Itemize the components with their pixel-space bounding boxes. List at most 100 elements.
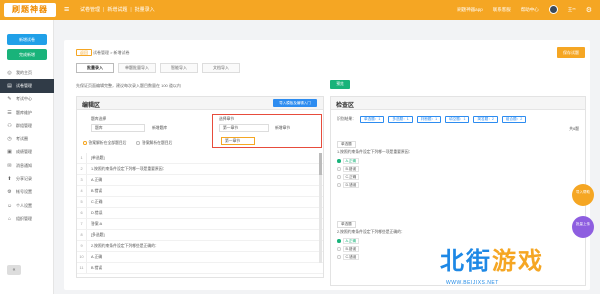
import-template-button[interactable]: 导入模板及编辑入门	[273, 99, 317, 107]
avatar[interactable]	[548, 5, 558, 14]
building-icon: ⌂	[7, 215, 12, 222]
sidebar-item-scores[interactable]: ▣ 成绩管理	[0, 146, 54, 159]
question-type-badge: 单选题	[337, 141, 356, 148]
sidebar-item-question-bank[interactable]: ☰ 题库维护	[0, 106, 54, 119]
editor-header: 编辑区 导入模板及编辑入门	[77, 97, 323, 110]
tab-single-batch[interactable]: 单题批量导入	[118, 63, 156, 73]
app-logo[interactable]: 刷题神器	[4, 3, 56, 17]
line-text: B.错误	[91, 188, 103, 193]
clock-icon: ◷	[7, 136, 12, 143]
option-row[interactable]: A.正确	[337, 157, 412, 165]
radio-label: 答案解析在全部题目后	[88, 141, 127, 145]
list-icon: ☰	[7, 109, 12, 116]
paper-icon: ▤	[7, 82, 12, 89]
new-bank-link[interactable]: 新增题库	[152, 126, 167, 131]
new-question-button[interactable]: 完成新增	[7, 49, 47, 60]
radio-answers-after-each[interactable]: 答案解析在题目后	[136, 141, 172, 146]
editor-line: 8 [多选题]	[77, 230, 323, 241]
breadcrumb: 试卷管理 | 新增试题 | 批量录入	[80, 6, 155, 14]
option-text: B.错误	[342, 166, 360, 172]
editor-line: 3 A.正确	[77, 175, 323, 186]
option-text: C.错误	[342, 254, 360, 260]
sidebar-item-shares[interactable]: ⬆ 分享记录	[0, 172, 54, 185]
mail-icon: ✉	[7, 162, 12, 169]
breadcrumb-item[interactable]: 试卷管理	[80, 6, 100, 14]
tab-doc-import[interactable]: 文档导入	[202, 63, 240, 73]
sidebar-item-account[interactable]: ⚙ 帐号设置	[0, 186, 54, 199]
sidebar-item-home[interactable]: ◎ 我的主页	[0, 66, 54, 79]
question-stem: 2.按照约束条件设定下列哪些是正确的：	[337, 230, 405, 234]
line-text: 1.按照约束条件设定下列哪一项是重要原因：	[91, 166, 167, 171]
stat-badge[interactable]: 多选题：1	[388, 116, 413, 123]
editor-lines[interactable]: 1 [单选题] 2 1.按照约束条件设定下列哪一项是重要原因： 3 A.正确 4 B.错…	[77, 153, 323, 274]
sidebar-item-label: 考试中心	[16, 96, 32, 102]
line-text: D.错误	[91, 210, 103, 215]
question-card: 单选题 2.按照约束条件设定下列哪些是正确的： A.正确 B.错误 C.错误	[337, 221, 405, 261]
radio-icon	[337, 183, 341, 187]
stat-badge[interactable]: 简答题：2	[473, 116, 498, 123]
editor-line: 11 B.错误	[77, 263, 323, 274]
line-text: A.正确	[91, 254, 103, 259]
option-row[interactable]: A.正确	[337, 237, 405, 245]
total-count: 共6题	[569, 127, 579, 131]
option-row[interactable]: D.错误	[337, 181, 412, 189]
collapse-sidebar-button[interactable]: «	[7, 265, 21, 275]
scrollbar-thumb[interactable]	[319, 153, 322, 175]
editor-scrollbar[interactable]	[319, 153, 322, 263]
sidebar-item-exam-management[interactable]: ▤ 试卷管理	[0, 79, 54, 93]
line-text: 2.按照约束条件设定下列哪些是正确的：	[91, 243, 159, 248]
stat-badge[interactable]: 填空题：1	[445, 116, 470, 123]
stat-badge[interactable]: 判断题：1	[416, 116, 442, 123]
sidebar-item-organization[interactable]: ⌂ 组织管理	[0, 212, 54, 225]
source-label: 题库选择	[91, 117, 107, 121]
option-row[interactable]: B.错误	[337, 165, 412, 173]
option-row[interactable]: B.错误	[337, 245, 405, 253]
option-text: A.正确	[342, 158, 360, 164]
sidebar-item-messages[interactable]: ✉ 消息通知	[0, 159, 54, 172]
stat-badge[interactable]: 单选题：1	[359, 116, 385, 123]
radio-answers-after-all[interactable]: 答案解析在全部题目后	[83, 141, 126, 146]
app-link[interactable]: 刷题神器app	[457, 7, 483, 13]
stat-badge[interactable]: 组合题：2	[501, 116, 527, 123]
option-row[interactable]: C.错误	[337, 253, 405, 261]
back-tag[interactable]: 返回	[76, 49, 92, 56]
radio-icon	[337, 247, 341, 251]
option-text: B.错误	[342, 246, 360, 252]
menu-toggle-icon[interactable]: ≡	[64, 4, 72, 14]
source-select[interactable]: 题库	[91, 124, 145, 132]
save-button[interactable]: 保存试题	[557, 47, 585, 58]
editor-line: 10 A.正确	[77, 252, 323, 263]
watermark-url: WWW.BEIJIXS.NET	[446, 280, 499, 286]
breadcrumb-item: 批量录入	[134, 7, 155, 13]
sidebar-item-label: 成绩管理	[16, 149, 32, 155]
sidebar-item-groups[interactable]: ⚇ 群组管理	[0, 119, 54, 132]
breadcrumb-item[interactable]: 新增试题	[107, 6, 127, 14]
sidebar-item-exam-center[interactable]: ✎ 考试中心	[0, 93, 54, 106]
support-link[interactable]: 联系客服	[493, 7, 511, 13]
user-name[interactable]: 王**	[568, 7, 576, 13]
sidebar-item-exam-circle[interactable]: ◷ 考试圈	[0, 132, 54, 145]
import-help-float-button[interactable]: 导入帮助	[572, 184, 594, 206]
line-text: C.正确	[91, 199, 103, 204]
option-row[interactable]: C.正确	[337, 173, 412, 181]
tab-batch-entry[interactable]: 批量录入	[76, 63, 114, 73]
watermark-text-2: 游戏	[492, 248, 544, 275]
watermark-text: 北街游戏	[440, 248, 544, 276]
sidebar-item-label: 题库维护	[16, 109, 32, 115]
editor-panel: 编辑区 导入模板及编辑入门 题库选择 题库 新增题库 选择章节 第一章节 新增章…	[76, 96, 324, 278]
line-number: 10	[77, 252, 87, 262]
line-text: A.正确	[91, 177, 103, 182]
batch-upload-float-button[interactable]: 批量上传	[572, 216, 594, 238]
sidebar-item-label: 帐号设置	[16, 189, 32, 195]
chapter-dropdown-option[interactable]: 第一章节	[221, 137, 255, 145]
check-header: 检查区	[331, 97, 585, 110]
sidebar-item-personal[interactable]: ☺ 个人设置	[0, 199, 54, 212]
tab-smart-import[interactable]: 智能导入	[160, 63, 198, 73]
sidebar-item-label: 考试圈	[16, 136, 28, 142]
gear-icon[interactable]: ⚙	[586, 6, 592, 14]
recognition-stats: 识别结果： 单选题：1 多选题：1 判断题：1 填空题：1 简答题：2 组合题：…	[337, 116, 527, 123]
preview-button[interactable]: 预览	[330, 80, 350, 89]
editor-title: 编辑区	[82, 103, 101, 109]
new-exam-button[interactable]: 新增试卷	[7, 34, 47, 45]
help-link[interactable]: 帮助中心	[521, 7, 539, 13]
